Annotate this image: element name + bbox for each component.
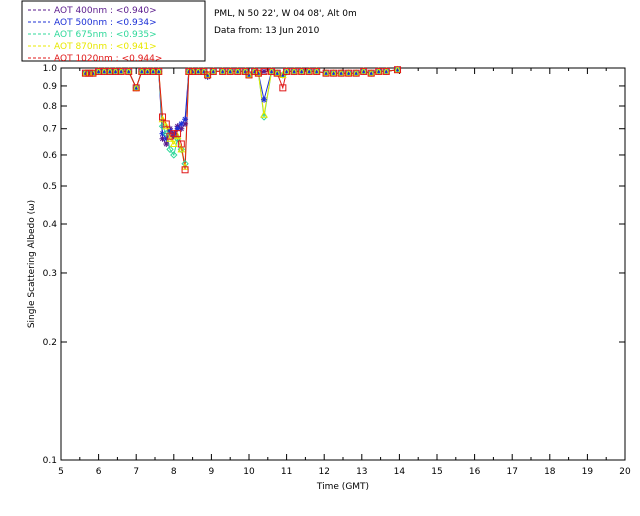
legend-entry: AOT 500nm : <0.934> xyxy=(54,18,157,28)
y-tick-label: 0.8 xyxy=(43,102,58,112)
data-point xyxy=(261,68,268,75)
x-tick-label: 7 xyxy=(133,467,139,477)
x-tick-label: 13 xyxy=(356,467,367,477)
x-tick-label: 20 xyxy=(619,467,631,477)
x-tick-label: 9 xyxy=(209,467,215,477)
y-tick-label: 0.6 xyxy=(43,151,58,161)
series-line-4 xyxy=(85,69,398,170)
x-tick-label: 15 xyxy=(431,467,442,477)
legend-entry: AOT 1020nm : <0.944> xyxy=(54,54,162,64)
data-point xyxy=(159,130,166,137)
legend-entry: AOT 675nm : <0.935> xyxy=(54,30,157,40)
y-tick-label: 0.1 xyxy=(43,456,57,466)
y-tick-label: 0.3 xyxy=(43,269,57,279)
y-tick-label: 0.5 xyxy=(43,182,57,192)
series-line-3 xyxy=(85,69,398,167)
x-tick-label: 8 xyxy=(171,467,177,477)
x-tick-label: 18 xyxy=(544,467,556,477)
x-axis-label: Time (GMT) xyxy=(316,482,369,492)
y-tick-label: 0.4 xyxy=(43,220,58,230)
x-tick-label: 10 xyxy=(243,467,255,477)
header-line-0: PML, N 50 22', W 04 08', Alt 0m xyxy=(214,9,357,19)
y-axis-label: Single Scattering Albedo (ω) xyxy=(27,200,37,328)
series-line-2 xyxy=(85,69,398,164)
series-line-0 xyxy=(85,69,398,146)
y-tick-label: 0.7 xyxy=(43,125,57,135)
chart-svg: 5 6 7 8 9 10 11 12 13 14 15 16 17 18 19 20 1.0 0.9 0.8 0.7 0… xyxy=(21,0,631,492)
y-tick-label: 1.0 xyxy=(43,64,58,74)
x-tick-label: 12 xyxy=(318,467,329,477)
x-tick-label: 17 xyxy=(506,467,517,477)
legend-entry: AOT 870nm : <0.941> xyxy=(54,42,157,52)
data-point xyxy=(182,116,189,123)
plot-frame xyxy=(60,67,626,461)
header-line-1: Data from: 13 Jun 2010 xyxy=(214,26,320,36)
legend-entry: AOT 400nm : <0.940> xyxy=(54,6,157,16)
x-tick-label: 14 xyxy=(394,467,406,477)
x-tick-label: 5 xyxy=(58,467,64,477)
data-point xyxy=(178,120,185,127)
x-tick-label: 6 xyxy=(96,467,102,477)
chart: 5 6 7 8 9 10 11 12 13 14 15 16 17 18 19 20 1.0 0.9 0.8 0.7 0… xyxy=(0,0,640,512)
y-tick-label: 0.2 xyxy=(43,338,57,348)
data-point xyxy=(163,140,170,147)
y-tick-label: 0.9 xyxy=(43,82,58,92)
data-point xyxy=(261,96,268,103)
x-tick-label: 11 xyxy=(281,467,292,477)
x-tick-label: 16 xyxy=(469,467,481,477)
x-tick-label: 19 xyxy=(582,467,594,477)
